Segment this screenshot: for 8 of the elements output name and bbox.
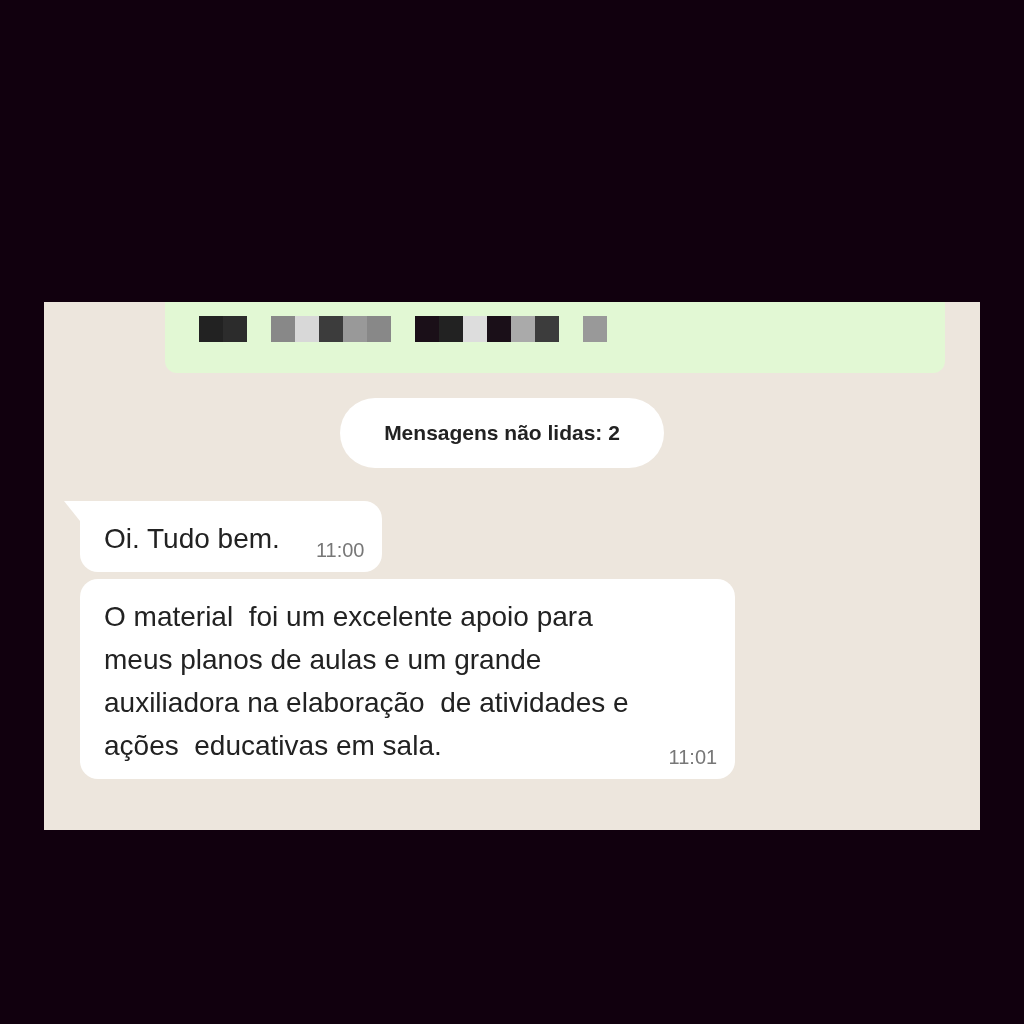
message-time: 11:00 <box>315 539 365 562</box>
message-text: O material foi um excelente apoio para <box>104 600 594 634</box>
message-text: ações educativas em sala. <box>104 729 443 763</box>
message-text: meus planos de aulas e um grande <box>104 643 543 677</box>
message-time: 11:01 <box>668 746 718 769</box>
message-text: Oi. Tudo bem. <box>104 522 280 556</box>
unread-messages-banner: Mensagens não lidas: 2 <box>340 398 664 468</box>
message-text: auxiliadora na elaboração de atividades e <box>104 686 629 720</box>
